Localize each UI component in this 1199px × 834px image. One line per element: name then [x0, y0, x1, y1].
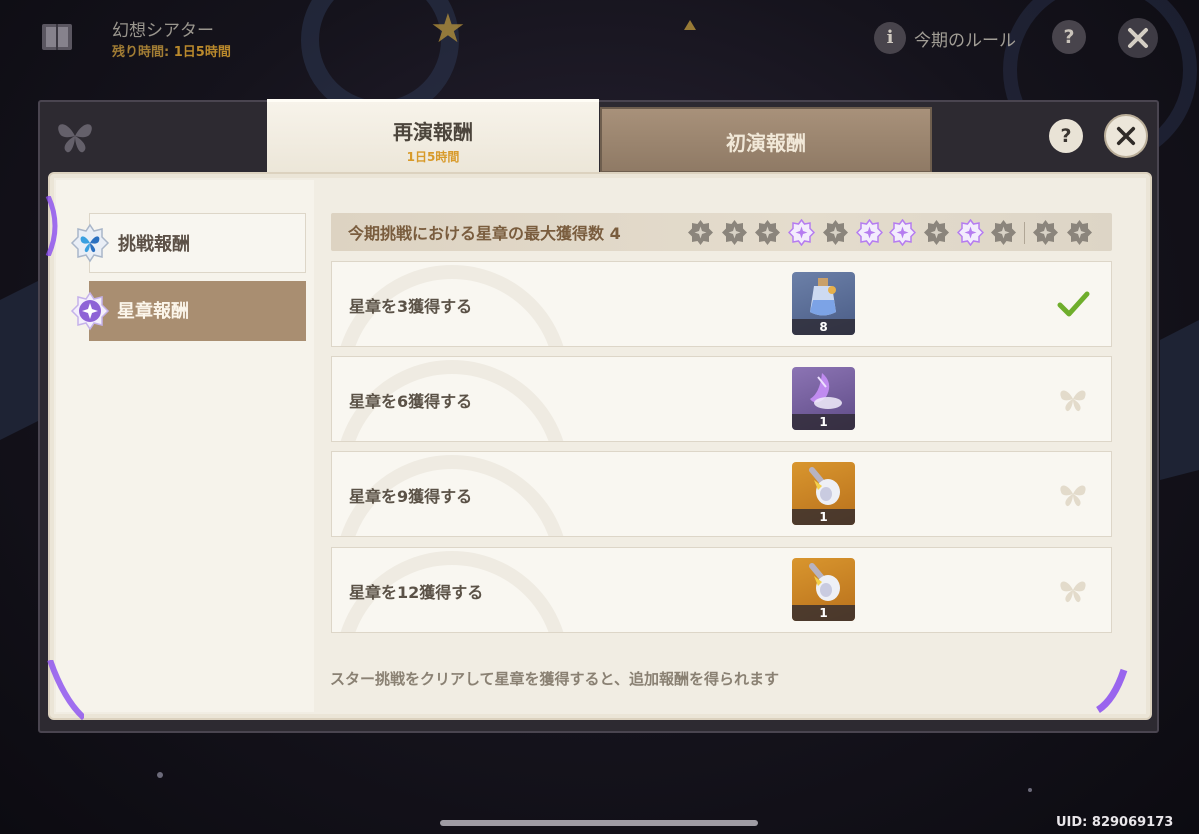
reward-row: 星章を3獲得する 8 — [331, 261, 1112, 347]
event-timer-value: 1日5時間 — [173, 45, 231, 60]
event-timer: 残り時間: 1日5時間 — [112, 41, 231, 60]
reward-row: 星章を6獲得する 1 — [331, 356, 1112, 442]
star-empty-icon — [991, 220, 1017, 245]
reward-label: 星章を12獲得する — [349, 583, 484, 602]
star-divider — [1024, 222, 1025, 244]
event-timer-label: 残り時間: — [112, 45, 170, 60]
star-empty-icon — [1066, 220, 1092, 245]
reward-count: 1 — [792, 414, 855, 430]
star-empty-icon — [822, 220, 848, 245]
corner-glow-deco — [47, 660, 84, 720]
reward-row: 星章を12獲得する 1 — [331, 547, 1112, 633]
reward-label: 星章を3獲得する — [349, 297, 473, 316]
golden-vial-icon — [809, 467, 840, 505]
star-empty-icon — [721, 220, 747, 245]
close-icon-top[interactable] — [1118, 18, 1158, 58]
butterfly-locked-icon — [1060, 581, 1086, 603]
butterfly-locked-icon — [1060, 485, 1086, 507]
potion-bottle-icon — [810, 278, 836, 316]
event-title: 幻想シアター — [112, 21, 214, 41]
sidebar-item-challenge-rewards[interactable]: 挑戦報酬 — [89, 213, 306, 273]
reward-item-card[interactable]: 8 — [792, 272, 855, 335]
reward-row: 星章を9獲得する 1 — [331, 451, 1112, 537]
golden-vial-icon — [809, 563, 840, 601]
sidebar-item-label: 星章報酬 — [117, 301, 189, 322]
book-icon — [42, 24, 72, 50]
rules-link[interactable]: 今期のルール — [914, 26, 1016, 51]
tab-rerun-label: 再演報酬 — [393, 120, 473, 144]
butterfly-badge-icon — [70, 223, 110, 263]
star-lit-icon — [855, 219, 883, 246]
tab-rerun-rewards[interactable]: 再演報酬 1日5時間 — [267, 99, 599, 175]
background-star-icon: ★ — [430, 6, 466, 52]
tab-premiere-rewards[interactable]: 初演報酬 — [600, 107, 932, 173]
star-progress-text: 今期挑戦における星章の最大獲得数 4 — [348, 224, 621, 243]
info-icon[interactable]: i — [874, 22, 906, 54]
reward-count: 1 — [792, 605, 855, 621]
star-lit-icon — [788, 219, 816, 246]
reward-item-card[interactable]: 1 — [792, 367, 855, 430]
reward-item-card[interactable]: 1 — [792, 462, 855, 525]
corner-glow-deco — [1095, 668, 1128, 713]
butterfly-locked-icon — [1060, 390, 1086, 412]
checkmark-icon — [1057, 291, 1090, 317]
sidebar-item-label: 挑戦報酬 — [118, 234, 190, 255]
star-badge-icon — [70, 291, 110, 331]
reward-count: 8 — [792, 319, 855, 335]
star-empty-icon — [755, 220, 781, 245]
sidebar-item-star-rewards[interactable]: 星章報酬 — [89, 281, 306, 341]
reward-item-card[interactable]: 1 — [792, 558, 855, 621]
butterfly-icon — [58, 124, 92, 153]
help-button-top[interactable]: ? — [1052, 20, 1086, 54]
reward-label: 星章を6獲得する — [349, 392, 473, 411]
home-indicator[interactable] — [440, 820, 758, 826]
star-lit-icon — [956, 219, 984, 246]
footer-hint: スター挑戦をクリアして星章を獲得すると、追加報酬を得られます — [330, 670, 779, 688]
star-empty-icon — [923, 220, 949, 245]
tab-premiere-label: 初演報酬 — [726, 131, 806, 155]
star-lit-icon — [889, 219, 917, 246]
help-button[interactable]: ? — [1049, 119, 1083, 153]
reward-count: 1 — [792, 509, 855, 525]
close-icon[interactable] — [1104, 114, 1148, 158]
star-empty-icon — [688, 220, 713, 245]
reward-label: 星章を9獲得する — [349, 487, 473, 506]
star-empty-icon — [1033, 220, 1058, 245]
purple-crystal-icon — [810, 373, 842, 409]
tab-rerun-sublabel: 1日5時間 — [406, 150, 460, 164]
uid-label: UID: 829069173 — [1056, 815, 1174, 830]
